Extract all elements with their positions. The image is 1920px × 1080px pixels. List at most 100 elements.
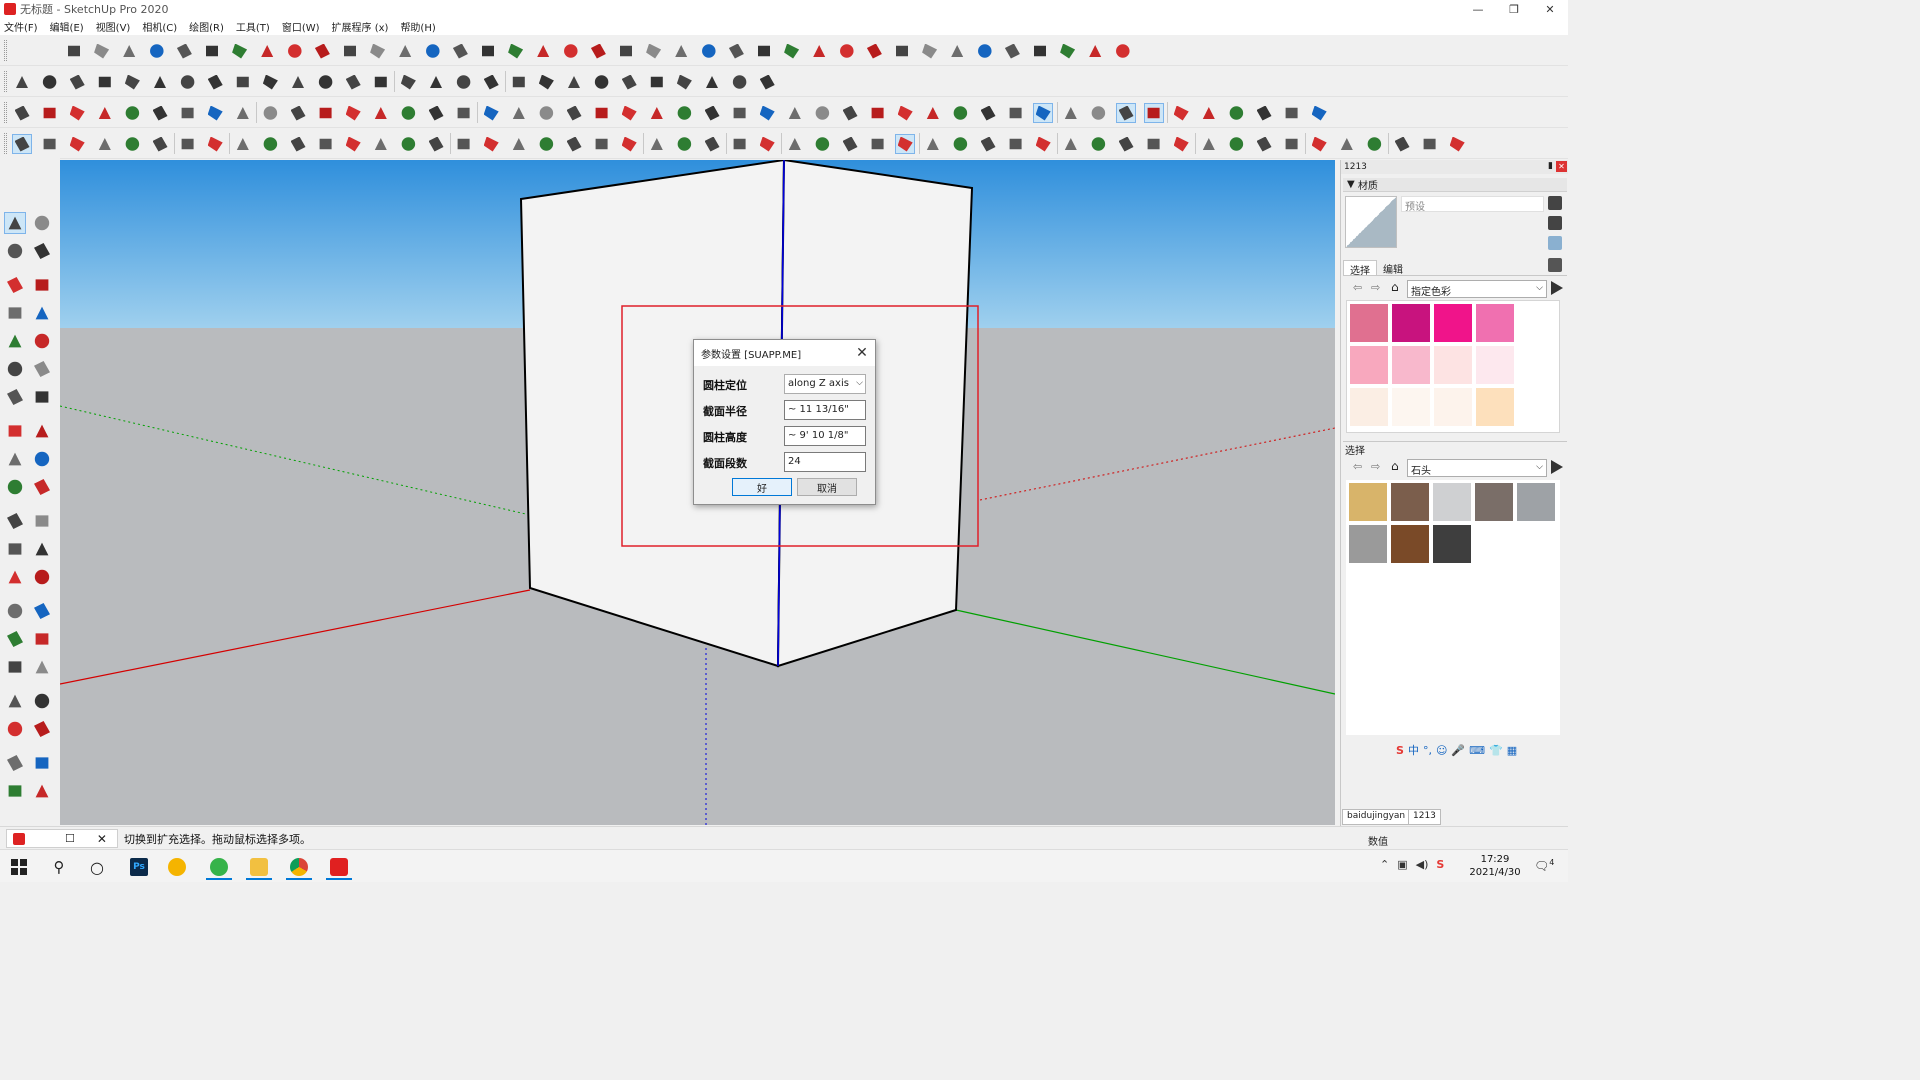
palette-tool-button[interactable] — [31, 330, 53, 352]
toolbox-icon[interactable]: ▦ — [1507, 744, 1517, 757]
tool-button[interactable] — [454, 103, 474, 123]
tool-button[interactable] — [1309, 134, 1329, 154]
tool-button[interactable] — [368, 41, 388, 61]
tool-button[interactable] — [95, 72, 115, 92]
pin-icon[interactable]: ▮ — [1548, 161, 1553, 171]
tool-button[interactable] — [395, 41, 415, 61]
tool-button[interactable] — [260, 134, 280, 154]
menu-tools[interactable]: 工具(T) — [236, 19, 270, 34]
materials-panel-header[interactable]: ▼ 材质 — [1343, 178, 1567, 192]
tool-button[interactable] — [205, 134, 225, 154]
material-swatch[interactable] — [1432, 482, 1472, 522]
tool-button[interactable] — [947, 41, 967, 61]
tool-button[interactable] — [288, 134, 308, 154]
tool-button[interactable] — [509, 103, 529, 123]
material-swatch[interactable] — [1475, 303, 1515, 343]
palette-tool-button[interactable] — [4, 600, 26, 622]
palette-tool-button[interactable] — [4, 752, 26, 774]
palette-tool-button[interactable] — [4, 420, 26, 442]
tool-button[interactable] — [1226, 103, 1246, 123]
tool-button[interactable] — [1199, 134, 1219, 154]
tool-button[interactable] — [782, 41, 802, 61]
tool-button[interactable] — [592, 103, 612, 123]
tool-button[interactable] — [1226, 134, 1246, 154]
tool-button[interactable] — [757, 72, 777, 92]
toolbar-grip[interactable] — [4, 133, 7, 154]
toolbar-grip[interactable] — [4, 40, 7, 61]
tool-button[interactable] — [1033, 103, 1054, 123]
tool-button[interactable] — [1254, 103, 1274, 123]
tool-button[interactable] — [864, 41, 884, 61]
tool-button[interactable] — [150, 72, 170, 92]
cancel-button[interactable]: 取消 — [797, 478, 857, 496]
taskbar-app-green[interactable] — [202, 854, 236, 880]
tool-button[interactable] — [1309, 103, 1329, 123]
tool-button[interactable] — [1447, 134, 1467, 154]
menu-edit[interactable]: 编辑(E) — [50, 19, 84, 34]
back-arrow-icon[interactable]: ⇦ — [1353, 281, 1362, 294]
tool-button[interactable] — [40, 134, 60, 154]
palette-tool-button[interactable] — [31, 448, 53, 470]
tool-button[interactable] — [1006, 134, 1026, 154]
palette-tool-button[interactable] — [31, 302, 53, 324]
tool-button[interactable] — [1058, 41, 1078, 61]
tool-button[interactable] — [868, 103, 888, 123]
tool-button[interactable] — [1420, 134, 1440, 154]
tool-button[interactable] — [481, 103, 501, 123]
tool-button[interactable] — [1085, 41, 1105, 61]
palette-tool-button[interactable] — [4, 386, 26, 408]
palette-tool-button[interactable] — [4, 274, 26, 296]
ime-s-icon[interactable]: S — [1436, 858, 1444, 871]
material-swatch[interactable] — [1516, 482, 1556, 522]
default-material-icon[interactable] — [1548, 236, 1562, 250]
tool-button[interactable] — [619, 134, 639, 154]
material-swatch[interactable] — [1391, 345, 1431, 385]
home-icon[interactable]: ⌂ — [1391, 459, 1399, 473]
tool-button[interactable] — [1171, 134, 1191, 154]
tool-button[interactable] — [920, 41, 940, 61]
home-icon[interactable]: ⌂ — [1391, 280, 1399, 294]
taskbar-file-explorer[interactable] — [242, 854, 276, 880]
tool-button[interactable] — [533, 41, 553, 61]
display-secondary-icon[interactable] — [1548, 196, 1562, 210]
palette-tool-button[interactable] — [4, 566, 26, 588]
tool-button[interactable] — [1143, 103, 1164, 123]
palette-tool-button[interactable] — [4, 212, 26, 234]
tool-button[interactable] — [288, 103, 308, 123]
tool-button[interactable] — [1282, 103, 1302, 123]
tool-button[interactable] — [840, 103, 860, 123]
notification-icon[interactable]: 🗨4 — [1534, 858, 1554, 873]
tool-button[interactable] — [40, 103, 60, 123]
tool-button[interactable] — [674, 72, 694, 92]
tool-button[interactable] — [478, 41, 498, 61]
tool-button[interactable] — [67, 134, 87, 154]
back-arrow-icon[interactable]: ⇦ — [1353, 460, 1362, 473]
palette-tool-button[interactable] — [31, 538, 53, 560]
tool-button[interactable] — [398, 103, 418, 123]
tool-button[interactable] — [454, 72, 474, 92]
tool-button[interactable] — [1030, 41, 1050, 61]
microphone-icon[interactable]: 🎤 — [1451, 744, 1465, 757]
material-swatch[interactable] — [1390, 482, 1430, 522]
tool-button[interactable] — [178, 134, 198, 154]
palette-tool-button[interactable] — [31, 476, 53, 498]
material-name-field[interactable]: 预设 — [1401, 196, 1544, 213]
material-swatch[interactable] — [1474, 482, 1514, 522]
palette-tool-button[interactable] — [4, 718, 26, 740]
taskbar-chrome[interactable] — [282, 854, 316, 880]
tool-button[interactable] — [895, 134, 916, 154]
toolbar-grip[interactable] — [4, 71, 7, 92]
tool-button[interactable] — [671, 41, 691, 61]
collection-select-2[interactable]: 石头 ⌵ — [1407, 459, 1547, 477]
tool-button[interactable] — [726, 41, 746, 61]
tool-button[interactable] — [205, 72, 225, 92]
cylinder-position-select[interactable]: along Z axis ⌵ — [784, 374, 866, 394]
tool-button[interactable] — [285, 41, 305, 61]
tool-button[interactable] — [450, 41, 470, 61]
material-swatch[interactable] — [1348, 524, 1388, 564]
system-clock[interactable]: 17:29 2021/4/30 — [1464, 853, 1526, 879]
tool-button[interactable] — [202, 41, 222, 61]
tool-button[interactable] — [233, 134, 253, 154]
punctuation-icon[interactable]: °, — [1423, 744, 1432, 757]
tool-button[interactable] — [371, 72, 391, 92]
